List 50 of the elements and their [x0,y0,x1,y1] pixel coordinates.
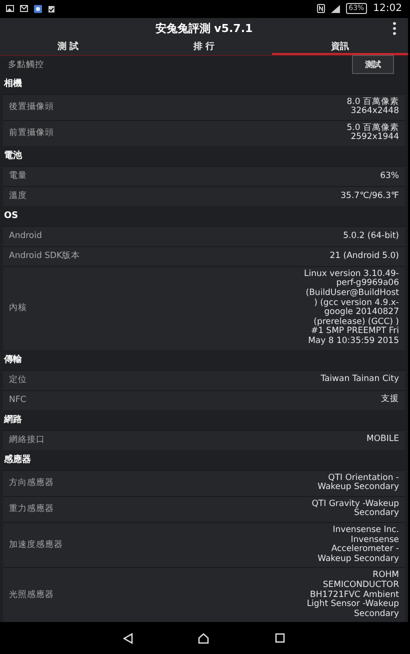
row-value: 35.7℃/96.3℉ [340,192,399,202]
row-value: ROHM SEMICONDUCTOR BH1721FVC Ambient Light Sensor -Wakeup Secondary [306,571,399,620]
row-value: 63% [380,172,399,182]
row-value: 21 (Android 5.0) [330,252,399,262]
row-label: 溫度 [9,190,27,202]
home-icon[interactable] [198,632,210,644]
row-value: MOBILE [366,435,399,445]
section-header: 傳輸 [2,354,23,368]
row-value: 5.0 百萬像素 2592x1944 [346,124,399,143]
app-title: 安兔兔評測 v5.7.1 [155,21,253,36]
row-label: 前置攝像頭 [9,127,54,140]
section-header: 電池 [3,149,23,164]
row-label: 加速度感應器 [9,539,63,552]
section-header: 感應器 [3,453,32,468]
row-label: 電量 [9,170,27,182]
app-icon [34,4,42,13]
row-value: QTI Orientation - Wakeup Secondary [318,474,399,493]
signal-icon [330,4,340,13]
row-value: Taiwan Tainan City [320,375,399,385]
menu-icon[interactable] [393,22,396,35]
row-value: 支援 [381,395,399,405]
row-value: Invensense Inc. Invensense Accelerometer - Wakeup Secondary [318,526,399,564]
row-label: 方向感應器 [9,477,54,490]
tab[interactable]: 測 試 [0,40,136,55]
back-icon[interactable] [122,632,133,644]
clipboard-icon [48,4,55,13]
row-label: 定位 [9,374,27,386]
row-label: Android [9,231,42,242]
row-label: NFC [9,395,26,406]
row-label: 網絡接口 [9,434,45,446]
mail-icon [20,5,28,12]
row-value: 8.0 百萬像素 3264x2448 [346,98,399,117]
row-label: 內核 [9,302,27,314]
nfc-icon [316,4,325,14]
row-value: Linux version 3.10.49- perf-g9969a06 (BuildUser@BuildHost ) (gcc version 4.9.x- google 20140827 (prerelease) (GCC) ) #1 SMP PREEMPT Fri May 8 10:35:59 2015 [304,270,399,347]
section-header: 網路 [2,414,23,428]
tab[interactable]: 排 行 [136,40,272,55]
section-header: 相機 [2,77,23,92]
row-label: 光照感應器 [9,589,54,602]
row-label: 後置攝像頭 [9,101,54,114]
row-value: QTI Gravity -Wakeup Secondary [312,500,399,520]
row-label: 多點觸控 [8,58,44,71]
image-icon [6,5,14,12]
row-value: 5.0.2 (64-bit) [343,232,399,242]
row-label: 重力感應器 [9,503,54,516]
section-header: OS [3,210,20,223]
row-label: Android SDK版本 [9,250,80,262]
clock-time: 12:02 [373,3,402,14]
test-button[interactable]: 測試 [352,55,394,74]
recents-icon[interactable] [275,633,286,644]
